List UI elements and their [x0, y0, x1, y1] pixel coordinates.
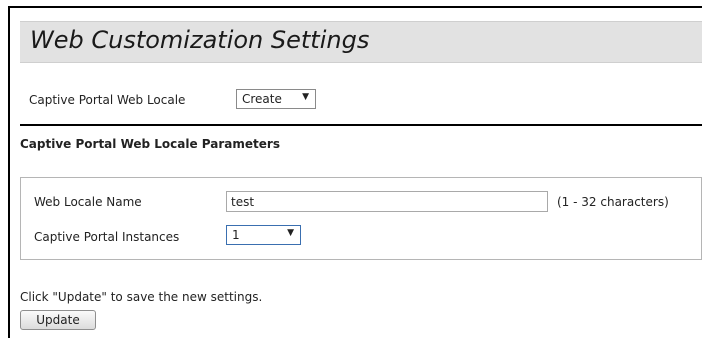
- instances-label: Captive Portal Instances: [34, 230, 180, 244]
- section-divider: [20, 124, 702, 126]
- parameters-group: [20, 177, 702, 260]
- section-heading: Captive Portal Web Locale Parameters: [20, 137, 280, 151]
- locale-select-value: Create: [242, 92, 282, 106]
- web-locale-name-label: Web Locale Name: [34, 195, 142, 209]
- locale-label: Captive Portal Web Locale: [29, 93, 186, 107]
- chevron-down-icon: ▼: [287, 228, 294, 238]
- update-button[interactable]: Update: [20, 310, 96, 330]
- chevron-down-icon: ▼: [302, 92, 309, 102]
- page-header: Web Customization Settings: [20, 21, 702, 63]
- locale-select[interactable]: Create ▼: [236, 89, 316, 109]
- instances-select[interactable]: 1 ▼: [226, 225, 301, 245]
- instances-select-value: 1: [232, 228, 240, 242]
- page-title: Web Customization Settings: [30, 26, 370, 54]
- web-locale-name-input[interactable]: [226, 191, 548, 212]
- footer-instruction: Click "Update" to save the new settings.: [20, 290, 263, 304]
- web-locale-name-hint: (1 - 32 characters): [557, 195, 669, 209]
